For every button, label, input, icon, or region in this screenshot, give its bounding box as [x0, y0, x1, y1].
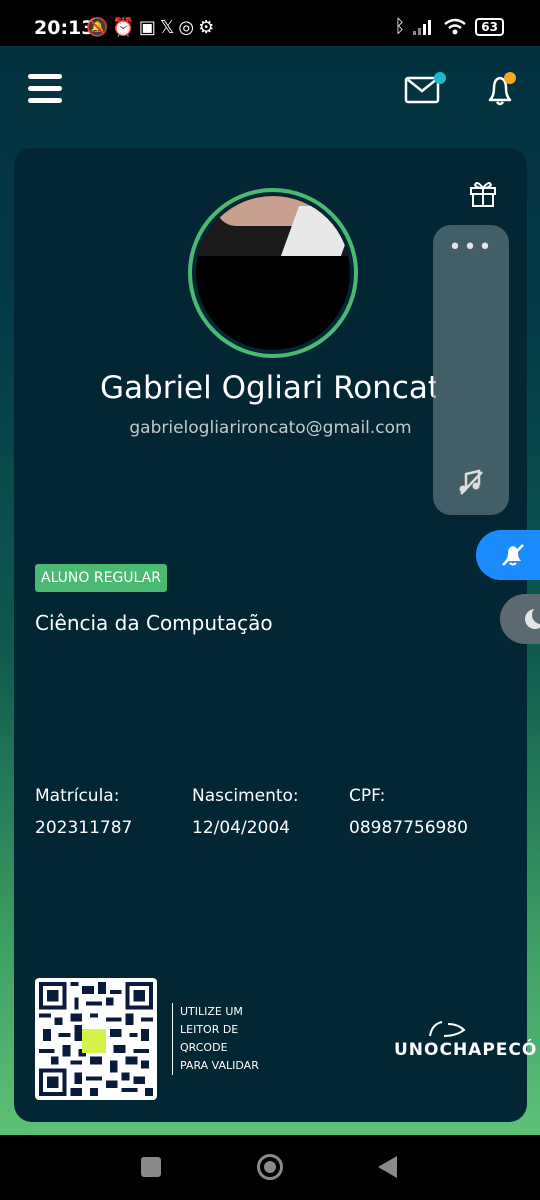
status-badge: ALUNO REGULAR — [35, 564, 167, 592]
university-logo: UNOCHAPECÓ — [394, 1018, 537, 1060]
instagram-icon: ◎ — [178, 17, 199, 38]
logo-text: UNOCHAPECÓ — [394, 1040, 538, 1060]
bell-off-icon — [502, 544, 524, 566]
music-off-button[interactable] — [457, 468, 485, 500]
logo-swoosh-icon — [429, 1021, 466, 1037]
floating-side-panel: ••• — [433, 225, 509, 515]
nfc-icon: ▣ — [138, 17, 160, 38]
more-options-icon[interactable]: ••• — [433, 235, 509, 260]
nascimento-label: Nascimento: — [192, 786, 299, 806]
qr-instruction-line: QRCODE — [180, 1041, 228, 1054]
bluetooth-icon: ᛒ — [394, 16, 406, 37]
signal-icon — [413, 19, 432, 35]
qr-instructions: UTILIZE UM LEITOR DE QRCODE PARA VALIDAR — [172, 1003, 270, 1075]
home-button[interactable] — [257, 1154, 283, 1180]
course-name: Ciência da Computação — [35, 611, 273, 635]
steam-icon: ⚙ — [198, 17, 219, 38]
gift-button[interactable] — [468, 178, 498, 212]
mail-icon — [404, 72, 446, 104]
qr-instruction-line: LEITOR DE — [180, 1023, 239, 1036]
bell-off-icon: 🔕 — [86, 17, 113, 38]
wifi-icon — [444, 18, 467, 34]
qr-code-image — [39, 982, 153, 1096]
student-name: Gabriel Ogliari Roncato — [100, 370, 436, 406]
notifications-button[interactable] — [482, 70, 522, 114]
qr-instruction-line: PARA VALIDAR — [180, 1059, 259, 1072]
matricula-value: 202311787 — [35, 818, 133, 838]
menu-icon-line — [28, 98, 62, 103]
system-nav-bar — [0, 1135, 540, 1200]
top-bar — [0, 46, 540, 136]
menu-icon-line — [28, 86, 62, 91]
menu-icon-line — [28, 74, 62, 79]
cpf-label: CPF: — [349, 786, 386, 806]
back-button[interactable] — [378, 1156, 397, 1178]
notification-icons: 🔕⏰▣𝕏◎⚙ — [86, 17, 218, 38]
avatar — [188, 188, 358, 358]
alarm-icon: ⏰ — [112, 17, 139, 38]
messages-button[interactable] — [404, 72, 450, 110]
nascimento-value: 12/04/2004 — [192, 818, 290, 838]
x-icon: 𝕏 — [159, 17, 179, 38]
matricula-label: Matrícula: — [35, 786, 120, 806]
gift-icon — [470, 182, 496, 207]
cpf-value: 08987756980 — [349, 818, 468, 838]
battery-indicator: 63 — [475, 17, 504, 36]
music-off-icon — [459, 469, 483, 495]
status-bar: 20:13 🔕⏰▣𝕏◎⚙ ᛒ 63 — [0, 0, 540, 46]
bell-icon — [488, 72, 516, 106]
status-right: ᛒ 63 — [394, 16, 504, 37]
mute-notifications-button[interactable] — [476, 530, 540, 580]
qr-instruction-line: UTILIZE UM — [180, 1005, 243, 1018]
avatar-photo — [196, 196, 350, 350]
recent-apps-button[interactable] — [141, 1157, 161, 1177]
qr-code — [35, 978, 157, 1100]
menu-button[interactable] — [28, 74, 62, 106]
